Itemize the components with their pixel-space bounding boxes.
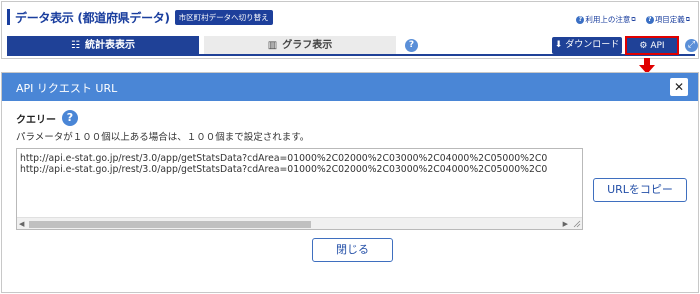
help-icon[interactable]: ? xyxy=(405,39,418,52)
scroll-left-icon[interactable]: ◀ xyxy=(19,220,24,228)
resize-grip-icon[interactable] xyxy=(572,219,581,228)
fullscreen-icon[interactable]: ⤢ xyxy=(685,39,698,52)
horizontal-scrollbar[interactable]: ◀ ▶ xyxy=(17,217,582,229)
switch-to-municipal-button[interactable]: 市区町村データへ切り替え xyxy=(174,9,273,25)
title-accent-bar xyxy=(7,9,10,25)
close-button[interactable]: 閉じる xyxy=(312,238,393,262)
scrollbar-thumb[interactable] xyxy=(29,221,311,228)
question-icon: ? xyxy=(576,15,585,24)
bar-chart-icon: ▥ xyxy=(267,40,278,51)
query-label: クエリー xyxy=(16,114,56,126)
tab-table-view[interactable]: ☷ 統計表表示 xyxy=(7,36,199,55)
tab-underline xyxy=(7,54,695,56)
modal-title: API リクエスト URL xyxy=(16,82,118,95)
usage-notes-label: 利用上の注意 xyxy=(585,15,631,24)
tab-table-view-label: 統計表表示 xyxy=(84,40,135,51)
title-row: データ表示 (都道府県データ) 市区町村データへ切り替え xyxy=(7,8,273,26)
usage-notes-link[interactable]: ? 利用上の注意 ⧉ xyxy=(576,14,636,25)
question-icon: ? xyxy=(645,15,654,24)
query-row: クエリー ? xyxy=(16,110,78,126)
table-icon: ☷ xyxy=(71,40,80,51)
url-line: http://api.e-stat.go.jp/rest/3.0/app/get… xyxy=(20,153,548,164)
parameter-note: パラメータが１００個以上ある場合は、１００個まで設定されます。 xyxy=(16,132,310,143)
download-icon: ⬇ xyxy=(554,40,563,50)
data-display-panel: データ表示 (都道府県データ) 市区町村データへ切り替え ? 利用上の注意 ⧉ … xyxy=(1,1,699,59)
copy-url-button[interactable]: URLをコピー xyxy=(593,178,687,202)
api-request-url-modal: API リクエスト URL ✕ クエリー ? パラメータが１００個以上ある場合は… xyxy=(1,72,699,293)
top-links: ? 利用上の注意 ⧉ ? 項目定義 ⧉ xyxy=(576,14,690,25)
download-button[interactable]: ⬇ ダウンロード xyxy=(552,37,622,54)
url-textarea[interactable]: http://api.e-stat.go.jp/rest/3.0/app/get… xyxy=(16,148,583,230)
url-line: http://api.e-stat.go.jp/rest/3.0/app/get… xyxy=(20,164,548,175)
gear-icon: ⚙ xyxy=(639,41,648,51)
tab-graph-view-label: グラフ表示 xyxy=(282,40,333,51)
api-label: API xyxy=(650,41,665,51)
external-link-icon: ⧉ xyxy=(631,15,636,23)
page-title: データ表示 (都道府県データ) xyxy=(15,10,170,25)
modal-header: API リクエスト URL ✕ xyxy=(2,73,698,101)
external-link-icon: ⧉ xyxy=(685,15,690,23)
scroll-right-icon[interactable]: ▶ xyxy=(563,220,568,228)
close-icon[interactable]: ✕ xyxy=(670,78,688,96)
download-label: ダウンロード xyxy=(565,40,620,50)
item-definitions-link[interactable]: ? 項目定義 ⧉ xyxy=(645,14,690,25)
url-text: http://api.e-stat.go.jp/rest/3.0/app/get… xyxy=(20,153,580,175)
item-definitions-label: 項目定義 xyxy=(654,15,685,24)
query-help-icon[interactable]: ? xyxy=(62,110,78,126)
tab-row: ☷ 統計表表示 ▥ グラフ表示 ? ⬇ ダウンロード ⚙ API ⤢ xyxy=(7,36,698,56)
api-button[interactable]: ⚙ API xyxy=(625,36,679,55)
tab-graph-view[interactable]: ▥ グラフ表示 xyxy=(204,36,396,55)
